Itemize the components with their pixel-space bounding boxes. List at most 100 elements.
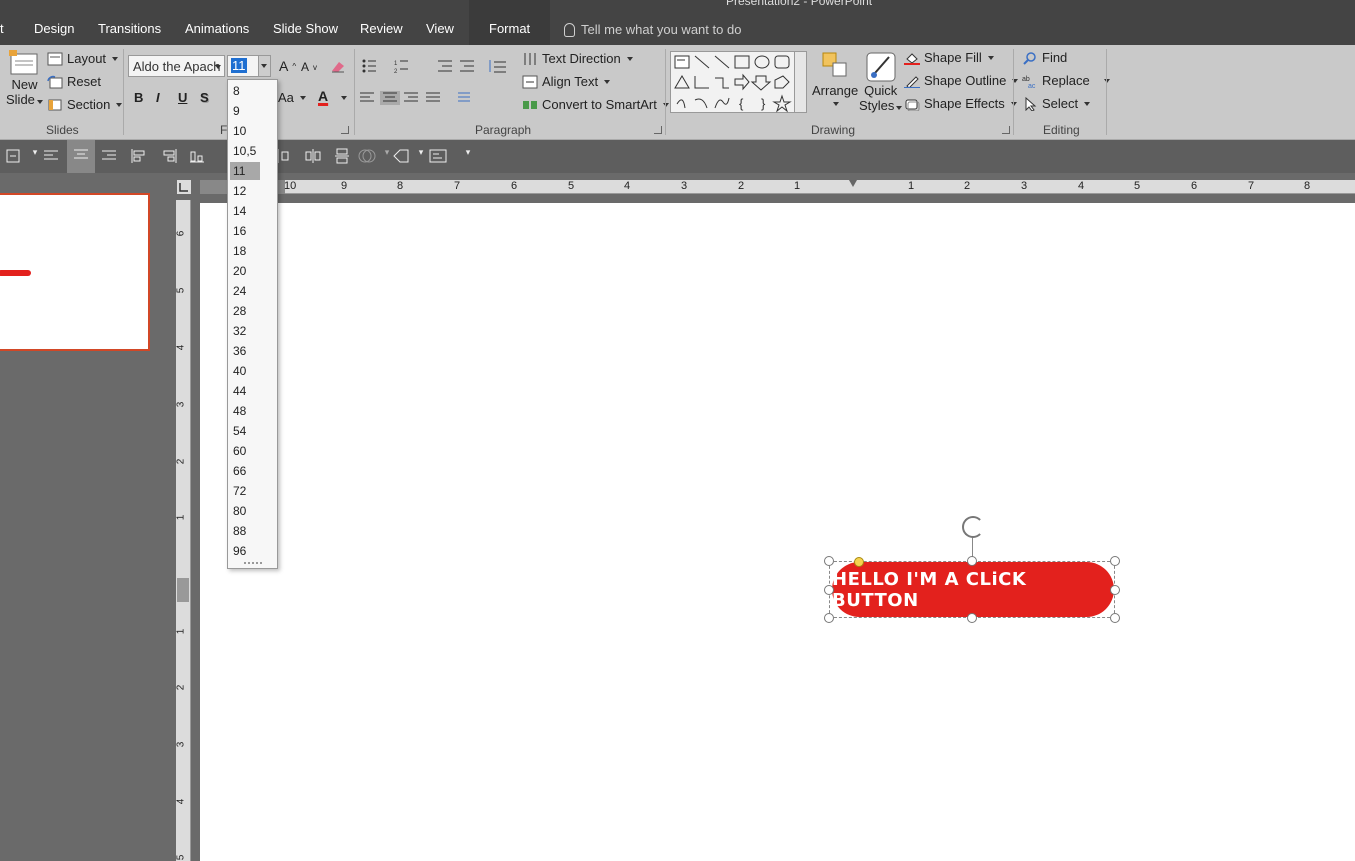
- distribute-horizontal-icon[interactable]: [276, 147, 294, 165]
- bold-button[interactable]: B: [134, 90, 143, 105]
- font-size-option[interactable]: 48: [230, 402, 260, 420]
- resize-handle-top[interactable]: [967, 556, 977, 566]
- font-size-option[interactable]: 14: [230, 202, 260, 220]
- clear-formatting-icon[interactable]: [330, 59, 346, 73]
- font-size-input[interactable]: 11: [227, 55, 271, 77]
- gallery-scroll[interactable]: [794, 52, 806, 112]
- ruler-corner[interactable]: [177, 180, 191, 194]
- resize-handle-bottom-left[interactable]: [824, 613, 834, 623]
- font-size-option[interactable]: 72: [230, 482, 260, 500]
- chevron-down-icon[interactable]: [341, 96, 347, 100]
- alignment-icons[interactable]: [360, 91, 485, 105]
- rotate-handle-icon[interactable]: [962, 516, 984, 538]
- adjust-handle[interactable]: [854, 557, 864, 567]
- font-size-option[interactable]: 9: [230, 102, 260, 120]
- resize-handle-right[interactable]: [1110, 585, 1120, 595]
- shapes-gallery[interactable]: { }: [670, 51, 807, 113]
- arrange-button[interactable]: Arrange: [812, 51, 858, 106]
- font-size-option[interactable]: 10,5: [230, 142, 260, 160]
- list-indent-icons[interactable]: 1 2: [360, 57, 510, 75]
- tab-slide-show[interactable]: Slide Show: [273, 21, 338, 36]
- font-size-option[interactable]: 88: [230, 522, 260, 540]
- font-size-option[interactable]: 18: [230, 242, 260, 260]
- click-button-shape[interactable]: HELLO I'M A CLiCK BUTTON: [832, 562, 1114, 617]
- align-objects-right-icon[interactable]: [160, 147, 178, 165]
- tab-view[interactable]: View: [426, 21, 454, 36]
- font-dialog-launcher[interactable]: [341, 126, 349, 134]
- chevron-down-icon[interactable]: ▾: [412, 147, 430, 165]
- reset-button[interactable]: Reset: [47, 74, 101, 89]
- select-button[interactable]: Select: [1022, 96, 1091, 111]
- font-size-option[interactable]: 40: [230, 362, 260, 380]
- text-box-icon[interactable]: [429, 147, 447, 165]
- replace-button[interactable]: ab ac Replace: [1022, 73, 1110, 88]
- font-size-option[interactable]: 36: [230, 342, 260, 360]
- tab-transitions[interactable]: Transitions: [98, 21, 161, 36]
- align-center-vertical-icon[interactable]: [333, 147, 351, 165]
- new-slide-button[interactable]: New Slide: [6, 49, 43, 107]
- tab-review[interactable]: Review: [360, 21, 403, 36]
- font-size-option[interactable]: 44: [230, 382, 260, 400]
- resize-handle-top-right[interactable]: [1110, 556, 1120, 566]
- paragraph-dialog-launcher[interactable]: [654, 126, 662, 134]
- align-right-icon[interactable]: [101, 147, 119, 165]
- customize-toolbar-icon[interactable]: ▾: [459, 147, 477, 165]
- shape-outline-button[interactable]: Shape Outline: [904, 73, 1019, 88]
- font-size-option[interactable]: 28: [230, 302, 260, 320]
- shape-effects-button[interactable]: Shape Effects: [904, 96, 1017, 111]
- align-bottom-icon[interactable]: [188, 147, 206, 165]
- font-size-option[interactable]: 20: [230, 262, 260, 280]
- font-size-option[interactable]: 32: [230, 322, 260, 340]
- grow-font-button[interactable]: A ^: [279, 58, 296, 74]
- font-size-dropdown-button[interactable]: [258, 56, 270, 76]
- font-size-option[interactable]: 66: [230, 462, 260, 480]
- tab-animations[interactable]: Animations: [185, 21, 249, 36]
- slide-thumbnail[interactable]: [0, 193, 150, 351]
- chevron-down-icon[interactable]: ▾: [26, 147, 44, 165]
- resize-handle-bottom-right[interactable]: [1110, 613, 1120, 623]
- shape-fill-button[interactable]: Shape Fill: [904, 50, 994, 65]
- tab-design[interactable]: Design: [34, 21, 74, 36]
- align-left-icon[interactable]: [43, 147, 61, 165]
- slide-canvas[interactable]: [200, 203, 1355, 861]
- find-button[interactable]: Find: [1022, 50, 1067, 65]
- font-color-button[interactable]: A: [318, 88, 328, 104]
- align-center-button[interactable]: [67, 140, 95, 173]
- convert-smartart-button[interactable]: Convert to SmartArt: [522, 97, 669, 112]
- resize-grip-icon[interactable]: [244, 562, 262, 564]
- vertical-ruler[interactable]: 6 5 4 3 2 1 1 2 3 4 5: [175, 200, 191, 861]
- font-size-option[interactable]: 8: [230, 82, 260, 100]
- resize-handle-left[interactable]: [824, 585, 834, 595]
- align-middle-icon[interactable]: [6, 147, 24, 165]
- drawing-dialog-launcher[interactable]: [1002, 126, 1010, 134]
- shape-style-icon[interactable]: [358, 147, 376, 165]
- resize-handle-top-left[interactable]: [824, 556, 834, 566]
- align-text-button[interactable]: Align Text: [522, 74, 611, 89]
- italic-button[interactable]: I: [156, 90, 160, 105]
- change-case-button[interactable]: Aa: [278, 90, 306, 105]
- font-size-option[interactable]: 96: [230, 542, 260, 560]
- text-direction-button[interactable]: Text Direction: [522, 51, 633, 66]
- resize-handle-bottom[interactable]: [967, 613, 977, 623]
- indent-marker[interactable]: [849, 180, 857, 200]
- shadow-button[interactable]: S: [200, 90, 209, 105]
- tag-shape-icon[interactable]: [392, 147, 410, 165]
- font-size-option[interactable]: 12: [230, 182, 260, 200]
- section-button[interactable]: Section: [47, 97, 123, 112]
- font-size-option[interactable]: 24: [230, 282, 260, 300]
- tab-insert-partial[interactable]: t: [0, 21, 4, 36]
- font-size-option[interactable]: 16: [230, 222, 260, 240]
- tell-me-box[interactable]: Tell me what you want to do: [564, 22, 741, 37]
- tab-format[interactable]: Format: [469, 0, 551, 45]
- font-size-option[interactable]: 10: [230, 122, 260, 140]
- font-size-option[interactable]: 60: [230, 442, 260, 460]
- font-size-option[interactable]: 11: [230, 162, 260, 180]
- quick-styles-button[interactable]: Quick Styles: [859, 51, 903, 113]
- layout-button[interactable]: Layout: [47, 51, 119, 66]
- distribute-vertical-icon[interactable]: [304, 147, 322, 165]
- underline-button[interactable]: U: [178, 90, 187, 105]
- font-size-option[interactable]: 80: [230, 502, 260, 520]
- font-size-option[interactable]: 54: [230, 422, 260, 440]
- font-name-input[interactable]: Aldo the Apach: [128, 55, 225, 77]
- horizontal-ruler[interactable]: 10 9 8 7 6 5 4 3 2 1 1 2 3 4 5 6 7 8: [200, 180, 1355, 194]
